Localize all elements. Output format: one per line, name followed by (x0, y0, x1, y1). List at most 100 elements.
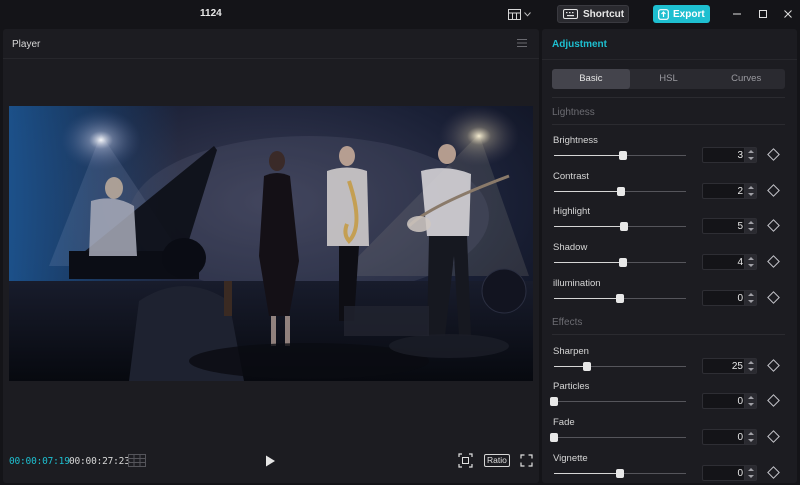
close-icon (784, 10, 792, 18)
chevron-down-icon[interactable] (748, 475, 754, 478)
timeline-grid-icon[interactable] (128, 454, 146, 467)
fullscreen-icon[interactable] (520, 454, 533, 467)
vignette-slider-handle[interactable] (616, 469, 624, 478)
ratio-button[interactable]: Ratio (484, 454, 510, 467)
highlight-slider[interactable] (554, 222, 686, 231)
keyframe-icon[interactable] (767, 291, 780, 304)
shadow-slider[interactable] (554, 258, 686, 267)
keyframe-icon[interactable] (767, 359, 780, 372)
contrast-slider-fill (554, 191, 621, 192)
contrast-slider-handle[interactable] (617, 187, 625, 196)
sharpen-slider-handle[interactable] (583, 362, 591, 371)
chevron-up-icon[interactable] (748, 150, 754, 153)
highlight-value: 5 (737, 221, 743, 232)
shortcut-button[interactable]: Shortcut (557, 5, 629, 23)
keyframe-icon[interactable] (767, 148, 780, 161)
contrast-slider[interactable] (554, 187, 686, 196)
chevron-down-icon[interactable] (748, 193, 754, 196)
export-button[interactable]: Export (653, 5, 710, 23)
illumination-slider[interactable] (554, 294, 686, 303)
highlight-value-input[interactable]: 5 (702, 218, 757, 234)
play-icon[interactable] (263, 454, 277, 468)
sharpen-value-input[interactable]: 25 (702, 358, 757, 374)
shadow-value-input[interactable]: 4 (702, 254, 757, 270)
tab-hsl[interactable]: HSL (630, 69, 708, 89)
chevron-up-icon[interactable] (748, 396, 754, 399)
divider (552, 334, 785, 335)
chevron-up-icon[interactable] (748, 221, 754, 224)
sharpen-value: 25 (731, 361, 743, 372)
menu-icon[interactable] (517, 38, 527, 48)
fade-stepper[interactable] (744, 430, 756, 444)
illumination-stepper[interactable] (744, 291, 756, 305)
window-title: 1124 (200, 8, 222, 19)
fade-value-input[interactable]: 0 (702, 429, 757, 445)
divider (552, 97, 785, 98)
keyframe-icon[interactable] (767, 219, 780, 232)
brightness-value: 3 (737, 150, 743, 161)
close-button[interactable] (781, 7, 795, 21)
particles-value-input[interactable]: 0 (702, 393, 757, 409)
chevron-down-icon[interactable] (748, 403, 754, 406)
contrast-stepper[interactable] (744, 184, 756, 198)
chevron-down-icon[interactable] (748, 439, 754, 442)
contrast-value-input[interactable]: 2 (702, 183, 757, 199)
chevron-down-icon[interactable] (748, 264, 754, 267)
chevron-up-icon[interactable] (748, 361, 754, 364)
brightness-value-input[interactable]: 3 (702, 147, 757, 163)
highlight-slider-handle[interactable] (620, 222, 628, 231)
vignette-value-input[interactable]: 0 (702, 465, 757, 481)
chevron-down-icon[interactable] (748, 228, 754, 231)
chevron-up-icon[interactable] (748, 293, 754, 296)
chevron-up-icon[interactable] (748, 468, 754, 471)
chevron-down-icon[interactable] (748, 300, 754, 303)
contrast-value: 2 (737, 186, 743, 197)
shadow-slider-handle[interactable] (619, 258, 627, 267)
highlight-label: Highlight (553, 206, 590, 217)
particles-slider-handle[interactable] (550, 397, 558, 406)
player-header: Player (3, 29, 539, 59)
keyframe-icon[interactable] (767, 394, 780, 407)
minimize-button[interactable] (730, 7, 744, 21)
particles-slider[interactable] (550, 397, 686, 406)
vignette-slider-fill (554, 473, 620, 474)
chevron-up-icon[interactable] (748, 432, 754, 435)
chevron-down-icon[interactable] (748, 368, 754, 371)
tab-curves[interactable]: Curves (707, 69, 785, 89)
fade-value: 0 (737, 432, 743, 443)
illumination-slider-fill (554, 298, 620, 299)
vignette-stepper[interactable] (744, 466, 756, 480)
adjustment-panel: Adjustment Basic HSL Curves Lightness Ef… (542, 29, 797, 483)
maximize-button[interactable] (756, 7, 770, 21)
layout-button[interactable] (508, 7, 534, 21)
section-effects: Effects (552, 317, 583, 328)
sharpen-slider[interactable] (554, 362, 686, 371)
export-icon (658, 8, 669, 20)
video-preview[interactable] (9, 106, 533, 381)
keyframe-icon[interactable] (767, 184, 780, 197)
chevron-up-icon[interactable] (748, 186, 754, 189)
fade-slider[interactable] (550, 433, 686, 442)
tab-basic[interactable]: Basic (552, 69, 630, 89)
brightness-slider-handle[interactable] (619, 151, 627, 160)
layout-icon (508, 8, 521, 20)
keyframe-icon[interactable] (767, 430, 780, 443)
adjustment-title: Adjustment (552, 39, 607, 50)
chevron-up-icon[interactable] (748, 257, 754, 260)
keyframe-icon[interactable] (767, 255, 780, 268)
sharpen-stepper[interactable] (744, 359, 756, 373)
highlight-stepper[interactable] (744, 219, 756, 233)
fit-screen-icon[interactable] (458, 453, 473, 468)
brightness-stepper[interactable] (744, 148, 756, 162)
export-label: Export (673, 8, 705, 20)
illumination-value-input[interactable]: 0 (702, 290, 757, 306)
player-title: Player (12, 39, 41, 50)
fade-slider-handle[interactable] (550, 433, 558, 442)
brightness-slider[interactable] (554, 151, 686, 160)
vignette-slider[interactable] (554, 469, 686, 478)
shadow-stepper[interactable] (744, 255, 756, 269)
chevron-down-icon[interactable] (748, 157, 754, 160)
illumination-slider-handle[interactable] (616, 294, 624, 303)
keyframe-icon[interactable] (767, 466, 780, 479)
particles-stepper[interactable] (744, 394, 756, 408)
